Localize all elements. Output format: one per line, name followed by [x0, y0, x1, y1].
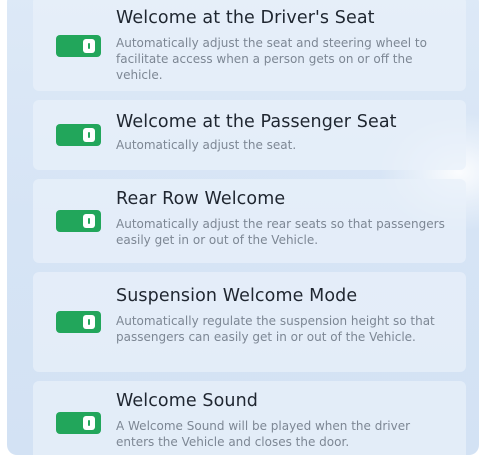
toggle-knob-icon — [83, 214, 95, 228]
setting-description: Automatically regulate the suspension he… — [116, 314, 435, 344]
setting-title: Rear Row Welcome — [116, 189, 286, 209]
toggle-knob-icon — [83, 416, 95, 430]
setting-description: Automatically adjust the seat. — [116, 138, 297, 152]
setting-card-rear-row: Rear Row Welcome Automatically adjust th… — [33, 179, 466, 263]
welcome-settings-screen: Welcome at the Driver's Seat Automatical… — [0, 0, 480, 457]
toggle-suspension-welcome-mode[interactable] — [56, 311, 101, 333]
toggle-knob-icon — [83, 39, 95, 53]
settings-panel: Welcome at the Driver's Seat Automatical… — [7, 0, 479, 455]
setting-title: Suspension Welcome Mode — [116, 286, 358, 306]
setting-description: Automatically adjust the rear seats so t… — [116, 217, 445, 247]
toggle-knob-icon — [83, 128, 95, 142]
toggle-rear-row-welcome[interactable] — [56, 210, 101, 232]
toggle-driver-seat-welcome[interactable] — [56, 35, 101, 57]
setting-title: Welcome Sound — [116, 391, 259, 411]
setting-card-driver-seat: Welcome at the Driver's Seat Automatical… — [33, 0, 466, 91]
setting-title: Welcome at the Passenger Seat — [116, 112, 397, 132]
toggle-welcome-sound[interactable] — [56, 412, 101, 434]
toggle-passenger-seat-welcome[interactable] — [56, 124, 101, 146]
setting-title: Welcome at the Driver's Seat — [116, 8, 375, 28]
setting-description: Automatically adjust the seat and steeri… — [116, 36, 427, 82]
toggle-knob-icon — [83, 315, 95, 329]
setting-card-suspension: Suspension Welcome Mode Automatically re… — [33, 272, 466, 372]
setting-card-passenger-seat: Welcome at the Passenger Seat Automatica… — [33, 100, 466, 170]
setting-card-welcome-sound: Welcome Sound A Welcome Sound will be pl… — [33, 381, 466, 455]
setting-description: A Welcome Sound will be played when the … — [116, 419, 411, 449]
